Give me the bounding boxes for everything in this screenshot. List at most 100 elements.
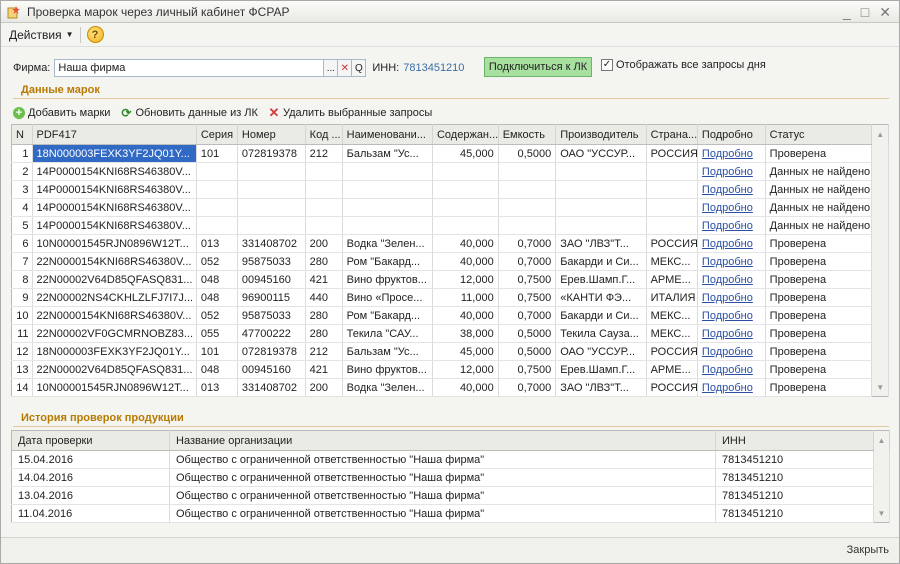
scrollbar-track[interactable] xyxy=(871,342,889,361)
scrollbar-track[interactable] xyxy=(871,216,889,235)
table-row[interactable]: 5 14P0000154KNI68RS46380V... Подробно Данны… xyxy=(11,216,889,235)
firm-search-icon[interactable]: Q xyxy=(352,59,367,77)
scroll-up-icon[interactable]: ▲ xyxy=(871,124,889,145)
scrollbar-track[interactable] xyxy=(871,270,889,289)
table-row[interactable]: 14 10N00001545RJN0896W12T... 013 331408702 2… xyxy=(11,378,889,397)
marks-col-header[interactable]: N xyxy=(11,124,33,145)
scrollbar-track[interactable] xyxy=(871,144,889,163)
history-cell-inn: 7813451210 xyxy=(715,486,874,505)
table-row[interactable]: 9 22N00002NS4CKHLZLFJ7I7J... 048 96900115 44… xyxy=(11,288,889,307)
cell-status: Проверена xyxy=(765,306,873,325)
menu-separator xyxy=(79,26,81,43)
scrollbar-track[interactable]: ▼ xyxy=(873,504,890,523)
history-scroll-up-icon[interactable]: ▲ xyxy=(873,430,890,451)
marks-col-header[interactable]: Код ... xyxy=(305,124,343,145)
details-link[interactable]: Подробно xyxy=(697,378,766,397)
scrollbar-track[interactable] xyxy=(871,360,889,379)
history-col-header[interactable]: Дата проверки xyxy=(11,430,170,451)
table-row[interactable]: 4 14P0000154KNI68RS46380V... Подробно Данны… xyxy=(11,198,889,217)
table-row[interactable]: 8 22N00002V64D85QFASQ831... 048 00945160 421… xyxy=(11,270,889,289)
details-link[interactable]: Подробно xyxy=(697,252,766,271)
scrollbar-track[interactable] xyxy=(873,468,890,487)
scrollbar-track[interactable]: ▼ xyxy=(871,378,889,397)
table-row[interactable]: 1 18N000003FEXK3YF2JQ01Y... 101 072819378 21… xyxy=(11,144,889,163)
cell-capacity: 0,5000 xyxy=(498,144,557,163)
table-row[interactable]: 3 14P0000154KNI68RS46380V... Подробно Данны… xyxy=(11,180,889,199)
marks-col-header[interactable]: Статус xyxy=(765,124,873,145)
table-row[interactable]: 7 22N0000154KNI68RS46380V... 052 95875033 28… xyxy=(11,252,889,271)
marks-col-header[interactable]: Подробно xyxy=(697,124,766,145)
scrollbar-track[interactable] xyxy=(871,324,889,343)
details-link[interactable]: Подробно xyxy=(697,270,766,289)
marks-col-header[interactable]: Содержан... xyxy=(432,124,499,145)
cell-status: Проверена xyxy=(765,288,873,307)
minimize-icon[interactable]: _ xyxy=(843,4,851,21)
close-icon[interactable]: ✕ xyxy=(879,4,891,21)
scrollbar-track[interactable] xyxy=(871,180,889,199)
history-scroll-down-icon[interactable]: ▼ xyxy=(875,509,889,518)
details-link[interactable]: Подробно xyxy=(697,324,766,343)
table-row[interactable]: 6 10N00001545RJN0896W12T... 013 331408702 20… xyxy=(11,234,889,253)
table-row[interactable]: 11 22N00002VF0GCMRNOBZ83... 055 47700222 280… xyxy=(11,324,889,343)
table-row[interactable]: 11.04.2016 Общество с ограниченной ответс… xyxy=(11,504,890,523)
details-link[interactable]: Подробно xyxy=(697,306,766,325)
cell-n: 7 xyxy=(11,252,33,271)
firm-select-button[interactable]: ... xyxy=(324,59,339,77)
table-row[interactable]: 12 18N000003FEXK3YF2JQ01Y... 101 072819378 2… xyxy=(11,342,889,361)
firm-clear-icon[interactable]: ✕ xyxy=(338,59,353,77)
firm-field[interactable]: Наша фирма xyxy=(54,59,325,77)
table-row[interactable]: 13.04.2016 Общество с ограниченной ответс… xyxy=(11,486,890,505)
help-icon[interactable]: ? xyxy=(86,26,104,43)
details-link[interactable]: Подробно xyxy=(697,234,766,253)
close-button[interactable]: Закрыть xyxy=(847,544,889,556)
scrollbar-track[interactable] xyxy=(873,450,890,469)
history-col-header[interactable]: Название организации xyxy=(169,430,716,451)
details-link[interactable]: Подробно xyxy=(697,144,766,163)
cell-name: Вино «Просе... xyxy=(342,288,433,307)
actions-menu[interactable]: Действия ▼ xyxy=(9,28,74,42)
scrollbar-track[interactable] xyxy=(871,234,889,253)
cell-country: АРМЕ... xyxy=(646,270,698,289)
cell-content: 45,000 xyxy=(432,144,499,163)
scrollbar-track[interactable] xyxy=(871,252,889,271)
cell-capacity: 0,7500 xyxy=(498,288,557,307)
maximize-icon[interactable]: □ xyxy=(861,4,869,21)
marks-col-header[interactable]: Номер xyxy=(237,124,306,145)
scrollbar-track[interactable] xyxy=(871,162,889,181)
checkbox-checked-icon[interactable]: ✓ xyxy=(601,59,613,71)
scrollbar-track[interactable] xyxy=(873,486,890,505)
details-link[interactable]: Подробно xyxy=(697,198,766,217)
scroll-down-icon[interactable]: ▼ xyxy=(873,383,888,392)
cell-status: Проверена xyxy=(765,378,873,397)
marks-col-header[interactable]: Наименовани... xyxy=(342,124,433,145)
table-row[interactable]: 14.04.2016 Общество с ограниченной ответс… xyxy=(11,468,890,487)
history-cell-org: Общество с ограниченной ответственностью… xyxy=(169,468,716,487)
marks-col-header[interactable]: Производитель xyxy=(555,124,647,145)
details-link[interactable]: Подробно xyxy=(697,162,766,181)
cell-content xyxy=(432,162,499,181)
marks-col-header[interactable]: PDF417 xyxy=(32,124,197,145)
marks-col-header[interactable]: Емкость xyxy=(498,124,557,145)
details-link[interactable]: Подробно xyxy=(697,180,766,199)
cell-code xyxy=(305,198,343,217)
marks-col-header[interactable]: Серия xyxy=(196,124,238,145)
details-link[interactable]: Подробно xyxy=(697,216,766,235)
table-row[interactable]: 13 22N00002V64D85QFASQ831... 048 00945160 42… xyxy=(11,360,889,379)
marks-col-header[interactable]: Страна... xyxy=(646,124,698,145)
details-link[interactable]: Подробно xyxy=(697,288,766,307)
scrollbar-track[interactable] xyxy=(871,288,889,307)
connect-button[interactable]: Подключиться к ЛК xyxy=(484,57,592,77)
refresh-data-button[interactable]: ⟳ Обновить данные из ЛК xyxy=(120,106,258,120)
cell-n: 9 xyxy=(11,288,33,307)
delete-requests-button[interactable]: ✕ Удалить выбранные запросы xyxy=(268,105,432,120)
details-link[interactable]: Подробно xyxy=(697,360,766,379)
history-col-header[interactable]: ИНН xyxy=(715,430,874,451)
scrollbar-track[interactable] xyxy=(871,198,889,217)
table-row[interactable]: 2 14P0000154KNI68RS46380V... Подробно Данны… xyxy=(11,162,889,181)
details-link[interactable]: Подробно xyxy=(697,342,766,361)
show-all-requests-checkbox[interactable]: ✓ Отображать все запросы дня xyxy=(601,59,766,71)
table-row[interactable]: 15.04.2016 Общество с ограниченной ответс… xyxy=(11,450,890,469)
table-row[interactable]: 10 22N0000154KNI68RS46380V... 052 95875033 2… xyxy=(11,306,889,325)
add-marks-button[interactable]: + Добавить марки xyxy=(13,107,110,119)
scrollbar-track[interactable] xyxy=(871,306,889,325)
